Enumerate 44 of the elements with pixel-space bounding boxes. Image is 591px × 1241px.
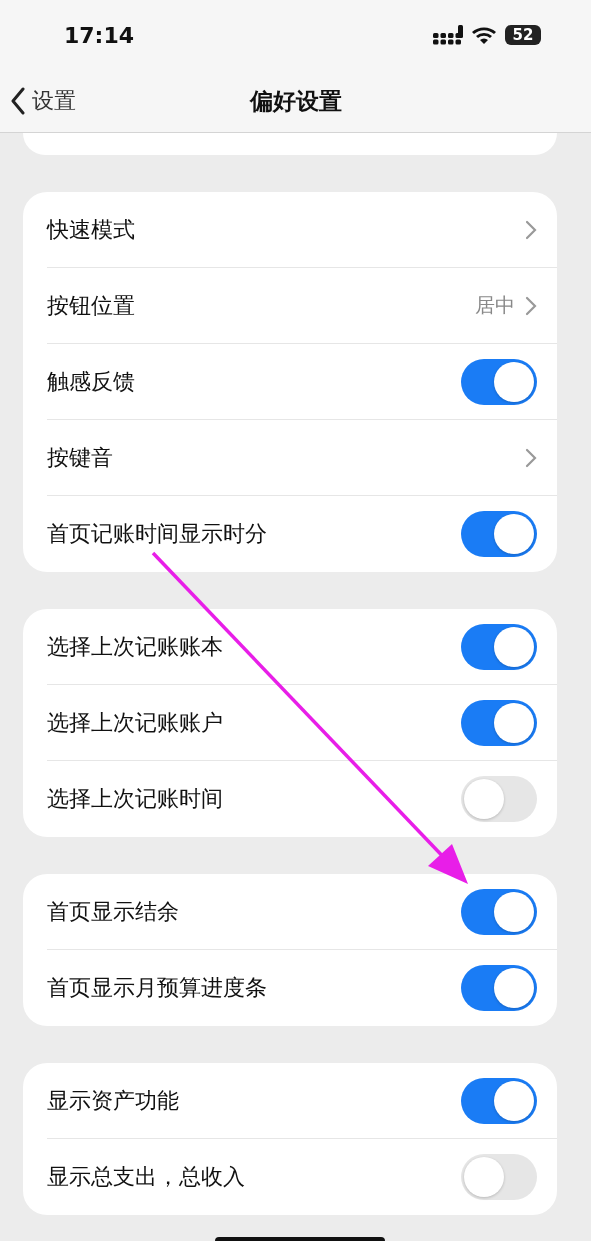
back-chevron-icon (10, 87, 26, 115)
settings-row[interactable]: 首页显示月预算进度条 (47, 950, 557, 1026)
toggle-switch[interactable] (461, 623, 537, 670)
row-label: 显示总支出，总收入 (47, 1163, 245, 1191)
toggle-switch[interactable] (461, 511, 537, 557)
row-label: 按钮位置 (47, 291, 135, 320)
row-label: 首页记账时间显示时分 (47, 520, 267, 548)
back-button[interactable]: 设置 (0, 86, 76, 116)
settings-row[interactable]: 首页记账时间显示时分 (47, 496, 557, 572)
row-label: 选择上次记账账户 (47, 708, 223, 737)
settings-row[interactable]: 按钮位置 居中 (47, 268, 557, 344)
settings-row[interactable]: 触感反馈 (47, 344, 557, 420)
row-label: 选择上次记账账本 (47, 632, 223, 661)
toggle-switch[interactable] (461, 1154, 537, 1200)
row-label: 按键音 (47, 443, 113, 472)
toggle-switch[interactable] (461, 1077, 537, 1124)
settings-row[interactable]: 快速模式 (47, 192, 557, 268)
settings-row[interactable]: 选择上次记账账户 (47, 685, 557, 761)
toggle-switch[interactable] (461, 888, 537, 935)
row-label: 选择上次记账时间 (47, 785, 223, 813)
settings-row[interactable]: 显示总支出，总收入 (47, 1139, 557, 1215)
row-label: 显示资产功能 (47, 1086, 179, 1115)
settings-row[interactable]: 按键音 (47, 420, 557, 496)
battery-level: 52 (505, 25, 541, 45)
chevron-icon (525, 295, 537, 316)
signal-icon (433, 25, 463, 45)
settings-row[interactable]: 选择上次记账时间 (47, 761, 557, 837)
toggle-switch[interactable] (461, 358, 537, 405)
row-label: 触感反馈 (47, 367, 135, 396)
wifi-icon (471, 25, 497, 45)
row-label: 快速模式 (47, 215, 135, 244)
row-value: 居中 (475, 292, 515, 319)
chevron-icon (525, 447, 537, 468)
settings-row[interactable]: 显示资产功能 (47, 1063, 557, 1139)
settings-row[interactable]: 选择上次记账账本 (47, 609, 557, 685)
chevron-icon (525, 219, 537, 240)
toggle-switch[interactable] (461, 965, 537, 1011)
toggle-switch[interactable] (461, 776, 537, 822)
page-title: 偏好设置 (249, 86, 342, 116)
status-time: 17:14 (64, 22, 135, 48)
row-label: 首页显示结余 (47, 897, 179, 926)
settings-row[interactable]: 首页显示结余 (47, 874, 557, 950)
toggle-switch[interactable] (461, 699, 537, 746)
row-label: 首页显示月预算进度条 (47, 974, 267, 1002)
